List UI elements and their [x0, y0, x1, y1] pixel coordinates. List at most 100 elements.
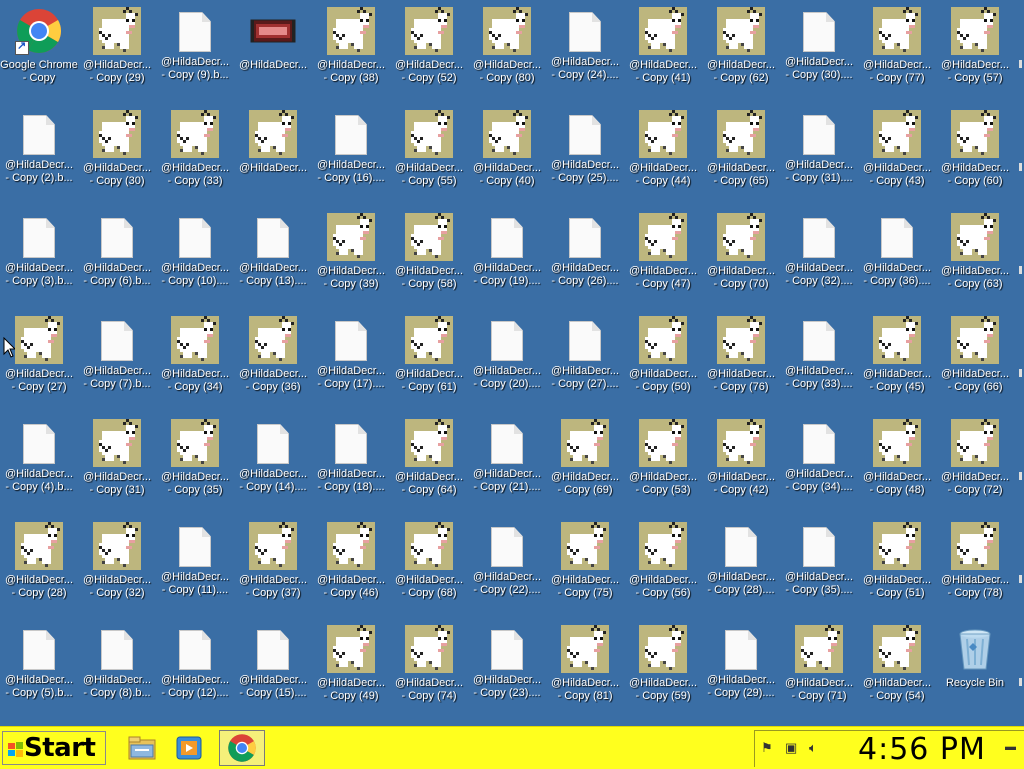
desktop-icon-file[interactable]: @HildaDecr... - Copy (72) [936, 414, 1014, 514]
desktop-icon-file[interactable]: @HildaDecr... - Copy (19).... [468, 208, 546, 308]
desktop-icon-file[interactable]: @HildaDecr... - Copy (71) [780, 620, 858, 720]
desktop-icon-file[interactable]: @HildaDecr... - Copy (45) [858, 311, 936, 411]
taskbar-file-explorer-button[interactable] [124, 730, 160, 766]
desktop-icon-google-chrome[interactable]: Google Chrome- Copy [0, 2, 78, 102]
desktop-icon-file[interactable]: @HildaDecr... - Copy (51) [858, 517, 936, 617]
desktop-icon-file[interactable]: @HildaDecr... - Copy (49) [312, 620, 390, 720]
desktop-icon-file[interactable]: @HildaDecr... - Copy (81) [546, 620, 624, 720]
desktop-icon-file[interactable]: @HildaDecr... - Copy (14).... [234, 414, 312, 514]
desktop-icon-file[interactable]: @HildaDecr... - Copy (53) [624, 414, 702, 514]
desktop-icon-file[interactable]: @HildaDecr... - Copy (54) [858, 620, 936, 720]
desktop-icon-file[interactable]: @HildaDecr... - Copy (78) [936, 517, 1014, 617]
desktop-icon-file[interactable]: @HildaDecr... - Copy (5).b... [0, 620, 78, 720]
desktop-icon-file[interactable]: @HildaDecr... - Copy (33) [156, 105, 234, 205]
network-icon[interactable]: ▣ [785, 740, 797, 756]
desktop-icon-file[interactable]: @HildaDecr... - Copy (10).... [156, 208, 234, 308]
desktop-icon-file[interactable]: @HildaDecr... - Copy (36).... [858, 208, 936, 308]
desktop-icon-file[interactable]: @HildaDecr... - Copy (32) [78, 517, 156, 617]
clock[interactable]: 4:56 PM [858, 732, 986, 767]
desktop-icon-file[interactable]: @HildaDecr... [234, 2, 312, 102]
desktop-icon-file[interactable]: @HildaDecr... - Copy (41) [624, 2, 702, 102]
desktop-icon-file[interactable]: @HildaDecr... - Copy (3).b... [0, 208, 78, 308]
desktop-icon-file[interactable]: @HildaDecr... - Copy (6).b... [78, 208, 156, 308]
desktop-icon-file[interactable]: @HildaDecr... - Copy (66) [936, 311, 1014, 411]
desktop-icon-file[interactable]: @HildaDecr... - Copy (58) [390, 208, 468, 308]
desktop[interactable]: Google Chrome- Copy@HildaDecr...- Copy (… [0, 0, 1024, 726]
action-center-flag-icon[interactable]: ⚑ [761, 740, 773, 756]
desktop-icon-file[interactable]: @HildaDecr... - Copy (48) [858, 414, 936, 514]
desktop-icon-file[interactable]: @HildaDecr... - Copy (2).b... [0, 105, 78, 205]
desktop-icon-file[interactable]: @HildaDecr... - Copy (20).... [468, 311, 546, 411]
desktop-icon-file[interactable]: @HildaDecr... - Copy (55) [390, 105, 468, 205]
desktop-icon-file[interactable]: @HildaDecr... - Copy (27).... [546, 311, 624, 411]
desktop-icon-file[interactable]: @HildaDecr... - Copy (52) [390, 2, 468, 102]
desktop-icon-file[interactable]: @HildaDecr... - Copy (23).... [468, 620, 546, 720]
desktop-icon-file[interactable]: @HildaDecr... - Copy (34) [156, 311, 234, 411]
desktop-icon-file[interactable]: @HildaDecr... - Copy (15).... [234, 620, 312, 720]
desktop-icon-file[interactable]: @HildaDecr... - Copy (26).... [546, 208, 624, 308]
desktop-icon-file[interactable]: @HildaDecr... - Copy (28) [0, 517, 78, 617]
desktop-icon-recycle-bin[interactable]: Recycle Bin [936, 620, 1014, 720]
desktop-icon-file[interactable]: @HildaDecr... - Copy (60) [936, 105, 1014, 205]
desktop-icon-file[interactable]: @HildaDecr... - Copy (12).... [156, 620, 234, 720]
taskbar-chrome-button[interactable] [219, 730, 265, 766]
desktop-icon-file[interactable]: @HildaDecr... - Copy (61) [390, 311, 468, 411]
desktop-icon-file[interactable]: @HildaDecr... - Copy (39) [312, 208, 390, 308]
desktop-icon-file[interactable]: @HildaDecr... - Copy (76) [702, 311, 780, 411]
desktop-icon-file[interactable]: @HildaDecr... - Copy (35).... [780, 517, 858, 617]
desktop-icon-file[interactable]: @HildaDecr... - Copy (35) [156, 414, 234, 514]
desktop-icon-file[interactable]: @HildaDecr... - Copy (29) [78, 2, 156, 102]
desktop-icon-file[interactable]: @HildaDecr... - Copy (62) [702, 2, 780, 102]
desktop-icon-file[interactable]: @HildaDecr... - Copy (9).b... [156, 2, 234, 102]
desktop-icon-file[interactable]: @HildaDecr... - Copy (65) [702, 105, 780, 205]
desktop-icon-file[interactable]: @HildaDecr... - Copy (8).b... [78, 620, 156, 720]
taskbar-media-player-button[interactable] [171, 730, 207, 766]
desktop-icon-file[interactable]: @HildaDecr... - Copy (24).... [546, 2, 624, 102]
desktop-icon-file[interactable]: @HildaDecr... - Copy (44) [624, 105, 702, 205]
desktop-icon-file[interactable]: @HildaDecr... - Copy (22).... [468, 517, 546, 617]
desktop-icon-file[interactable]: @HildaDecr... - Copy (27) [0, 311, 78, 411]
desktop-icon-file[interactable]: @HildaDecr... - Copy (46) [312, 517, 390, 617]
desktop-icon-file[interactable]: @HildaDecr... - Copy (59) [624, 620, 702, 720]
desktop-icon-file[interactable]: @HildaDecr... - Copy (32).... [780, 208, 858, 308]
desktop-icon-file[interactable]: @HildaDecr... - Copy (30).... [780, 2, 858, 102]
desktop-icon-file[interactable]: @HildaDecr... - Copy (68) [390, 517, 468, 617]
show-desktop-icon[interactable]: ▬ [1005, 741, 1016, 753]
desktop-icon-file[interactable]: @HildaDecr... - Copy (42) [702, 414, 780, 514]
start-button[interactable]: Start [2, 731, 106, 765]
desktop-icon-file[interactable]: @HildaDecr... - Copy (77) [858, 2, 936, 102]
desktop-icon-file[interactable]: @HildaDecr... - Copy (11).... [156, 517, 234, 617]
desktop-icon-file[interactable]: @HildaDecr... - Copy (4).b... [0, 414, 78, 514]
desktop-icon-file[interactable]: @HildaDecr... - Copy (31) [78, 414, 156, 514]
speaker-icon[interactable]: 🔈︎ [809, 740, 817, 756]
desktop-icon-file[interactable]: @HildaDecr... - Copy (50) [624, 311, 702, 411]
desktop-icon-file[interactable]: @HildaDecr... - Copy (43) [858, 105, 936, 205]
desktop-icon-file[interactable]: @HildaDecr... - Copy (57) [936, 2, 1014, 102]
desktop-icon-file[interactable]: @HildaDecr... - Copy (18).... [312, 414, 390, 514]
desktop-icon-file[interactable]: @HildaDecr... - Copy (64) [390, 414, 468, 514]
desktop-icon-file[interactable]: @HildaDecr... - Copy (31).... [780, 105, 858, 205]
desktop-icon-file[interactable]: @HildaDecr... - Copy (17).... [312, 311, 390, 411]
desktop-icon-file[interactable]: @HildaDecr... - Copy (47) [624, 208, 702, 308]
desktop-icon-file[interactable]: @HildaDecr... - Copy (56) [624, 517, 702, 617]
desktop-icon-file[interactable]: @HildaDecr... - Copy (80) [468, 2, 546, 102]
desktop-icon-file[interactable]: @HildaDecr... - Copy (40) [468, 105, 546, 205]
desktop-icon-file[interactable]: @HildaDecr... - Copy (38) [312, 2, 390, 102]
desktop-icon-file[interactable]: @HildaDecr... - Copy (16).... [312, 105, 390, 205]
desktop-icon-file[interactable]: @HildaDecr... - Copy (33).... [780, 311, 858, 411]
desktop-icon-file[interactable]: @HildaDecr... - Copy (69) [546, 414, 624, 514]
desktop-icon-file[interactable]: @HildaDecr... - Copy (34).... [780, 414, 858, 514]
desktop-icon-file[interactable]: @HildaDecr... - Copy (37) [234, 517, 312, 617]
desktop-icon-file[interactable]: @HildaDecr... - Copy (25).... [546, 105, 624, 205]
desktop-icon-file[interactable]: @HildaDecr... - Copy (28).... [702, 517, 780, 617]
desktop-icon-file[interactable]: @HildaDecr... - Copy (29).... [702, 620, 780, 720]
desktop-icon-file[interactable]: @HildaDecr... [234, 105, 312, 205]
desktop-icon-file[interactable]: @HildaDecr... - Copy (70) [702, 208, 780, 308]
desktop-icon-file[interactable]: @HildaDecr... - Copy (30) [78, 105, 156, 205]
desktop-icon-file[interactable]: @HildaDecr... - Copy (75) [546, 517, 624, 617]
desktop-icon-file[interactable]: @HildaDecr... - Copy (63) [936, 208, 1014, 308]
desktop-icon-file[interactable]: @HildaDecr... - Copy (13).... [234, 208, 312, 308]
desktop-icon-file[interactable]: @HildaDecr... - Copy (21).... [468, 414, 546, 514]
desktop-icon-file[interactable]: @HildaDecr... - Copy (7).b... [78, 311, 156, 411]
desktop-icon-file[interactable]: @HildaDecr... - Copy (74) [390, 620, 468, 720]
